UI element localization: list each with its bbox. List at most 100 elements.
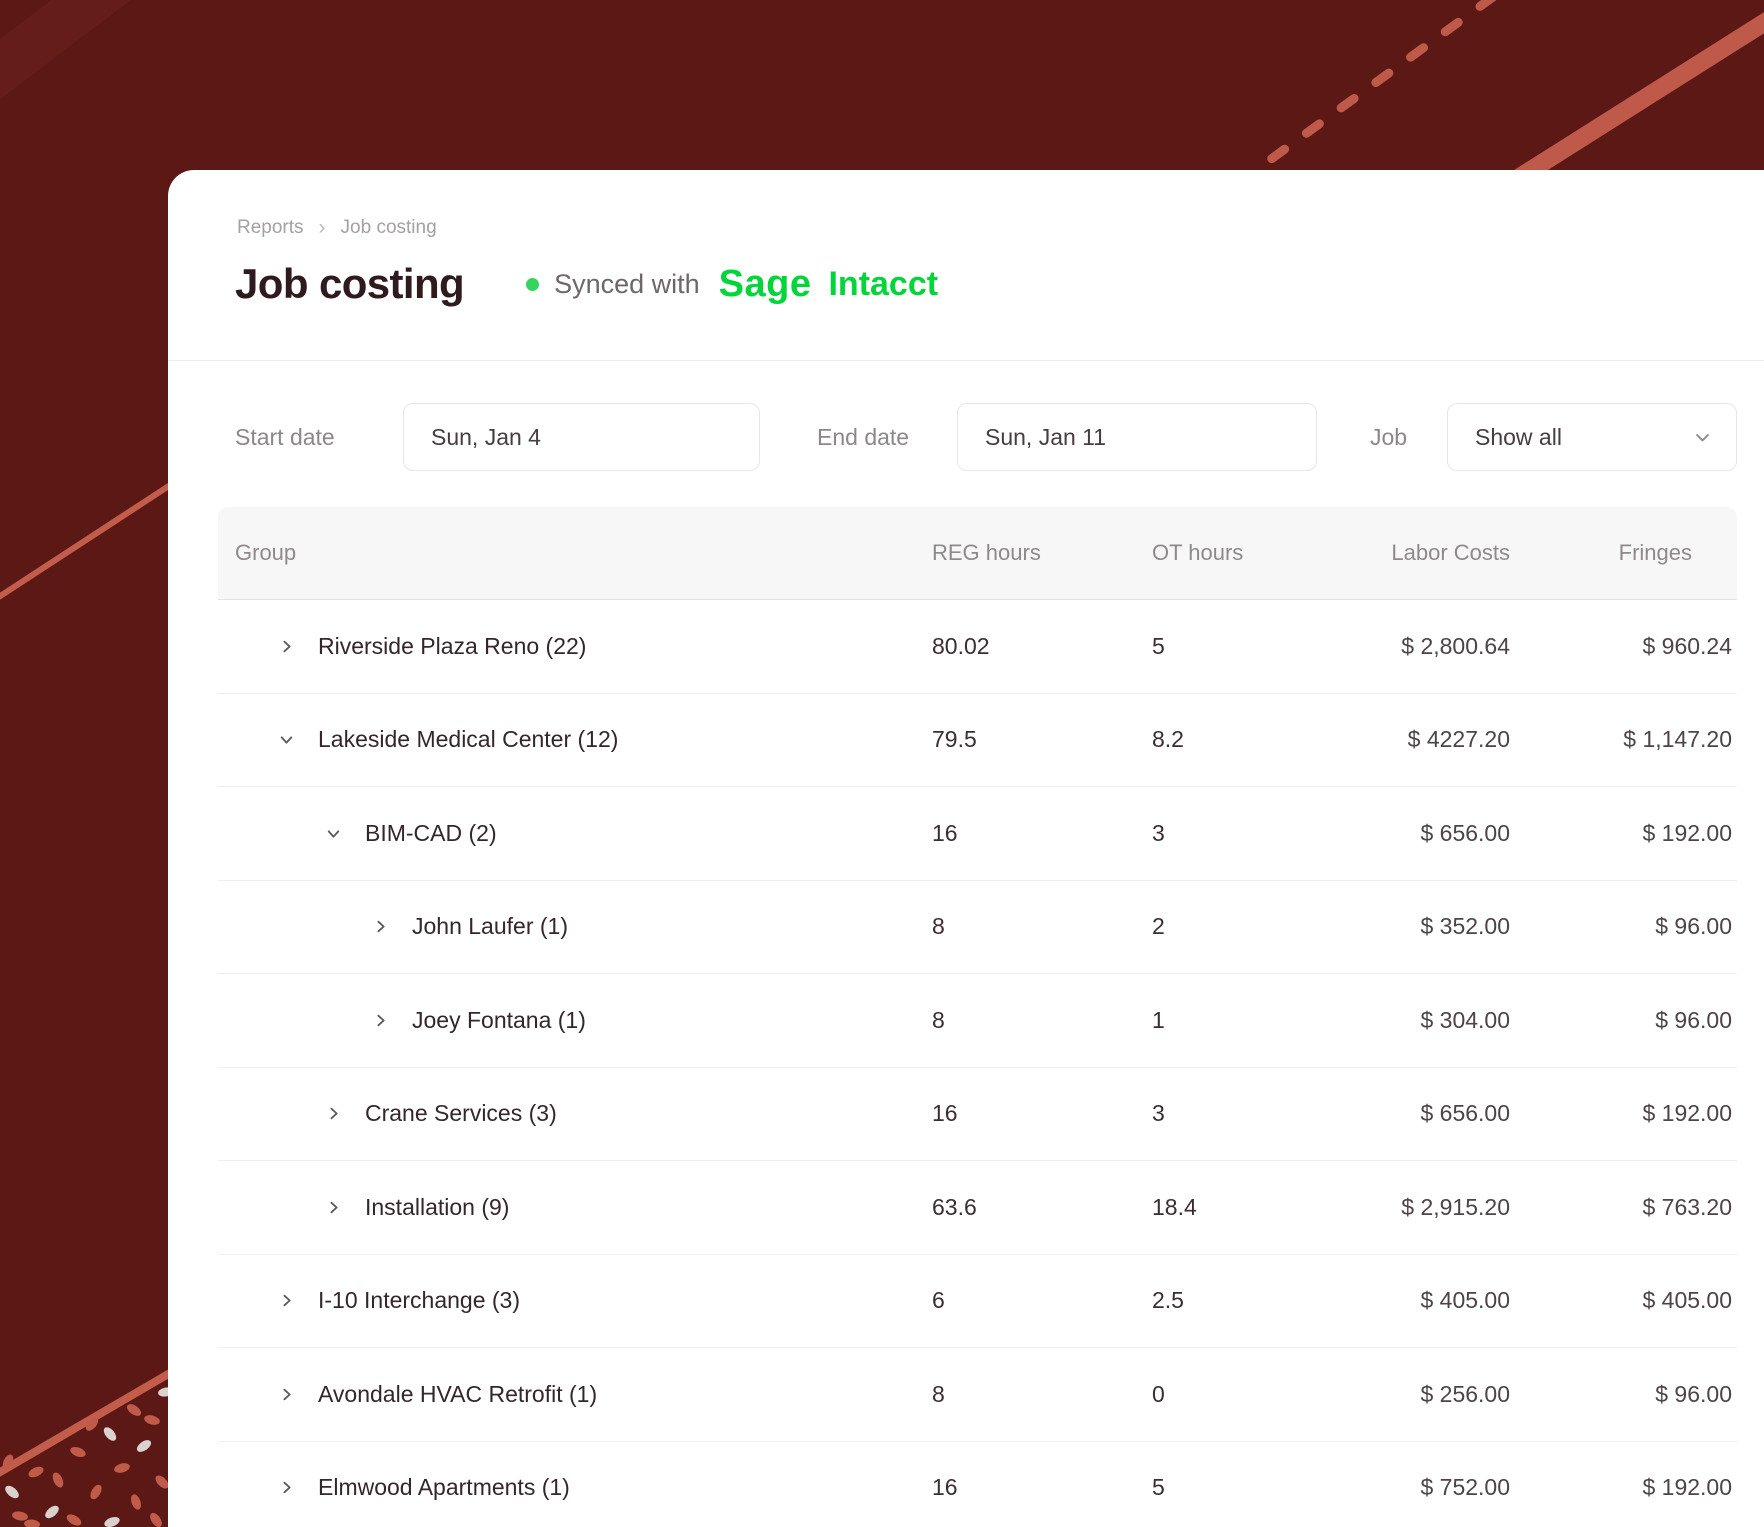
sync-status: Synced with Sage Intacct: [526, 263, 938, 306]
reg-hours-value: 6: [932, 1287, 945, 1314]
fringes-value: $ 960.24: [1642, 632, 1732, 659]
reg-hours-value: 8: [932, 1006, 945, 1033]
fringes-value: $ 763.20: [1642, 1193, 1732, 1220]
ot-hours-value: 8.2: [1152, 726, 1184, 753]
breadcrumb: Reports › Job costing: [237, 217, 437, 239]
table-row[interactable]: Installation (9) 63.6 18.4 $ 2,915.20 $ …: [218, 1161, 1737, 1255]
ot-hours-value: 1: [1152, 1006, 1165, 1033]
group-label: Riverside Plaza Reno (22): [318, 632, 587, 659]
labor-costs-value: $ 256.00: [1420, 1380, 1510, 1407]
group-label: Elmwood Apartments (1): [318, 1474, 570, 1501]
table-row[interactable]: Elmwood Apartments (1) 16 5 $ 752.00 $ 1…: [218, 1441, 1737, 1527]
reg-hours-value: 63.6: [932, 1193, 977, 1220]
breadcrumb-separator-icon: ›: [318, 215, 326, 239]
column-header-ot-hours: OT hours: [1152, 540, 1244, 565]
labor-costs-value: $ 4227.20: [1407, 726, 1510, 753]
breadcrumb-reports[interactable]: Reports: [237, 217, 304, 239]
fringes-value: $ 96.00: [1655, 913, 1732, 940]
end-date-label: End date: [817, 424, 910, 450]
reg-hours-value: 8: [932, 913, 945, 940]
reg-hours-value: 80.02: [932, 632, 990, 659]
table-row[interactable]: Riverside Plaza Reno (22) 80.02 5 $ 2,80…: [218, 600, 1737, 694]
ot-hours-value: 3: [1152, 1100, 1165, 1127]
job-costing-table: Group REG hours OT hours Labor Costs Fri…: [218, 507, 1737, 1527]
table-row[interactable]: Joey Fontana (1) 8 1 $ 304.00 $ 96.00: [218, 974, 1737, 1068]
chevron-right-icon[interactable]: [372, 918, 389, 935]
chevron-down-icon[interactable]: [325, 825, 342, 842]
title-row: Job costing Synced with Sage Intacct: [235, 256, 938, 312]
labor-costs-value: $ 752.00: [1420, 1474, 1510, 1501]
job-filter-label: Job: [1370, 424, 1408, 450]
table-row[interactable]: Lakeside Medical Center (12) 79.5 8.2 $ …: [218, 693, 1737, 787]
labor-costs-value: $ 656.00: [1420, 819, 1510, 846]
table-row[interactable]: BIM-CAD (2) 16 3 $ 656.00 $ 192.00: [218, 787, 1737, 881]
fringes-value: $ 1,147.20: [1623, 726, 1732, 753]
labor-costs-value: $ 2,915.20: [1401, 1193, 1510, 1220]
chevron-right-icon[interactable]: [325, 1105, 342, 1122]
reg-hours-value: 16: [932, 819, 958, 846]
chevron-right-icon[interactable]: [372, 1012, 389, 1029]
ot-hours-value: 5: [1152, 1474, 1165, 1501]
ot-hours-value: 0: [1152, 1380, 1165, 1407]
labor-costs-value: $ 2,800.64: [1401, 632, 1510, 659]
column-header-labor-costs: Labor Costs: [1391, 540, 1510, 565]
ot-hours-value: 2.5: [1152, 1287, 1184, 1314]
job-filter-select[interactable]: Show all: [1447, 403, 1737, 471]
chevron-right-icon[interactable]: [278, 638, 295, 655]
table-row[interactable]: John Laufer (1) 8 2 $ 352.00 $ 96.00: [218, 880, 1737, 974]
reg-hours-value: 16: [932, 1100, 958, 1127]
start-date-label: Start date: [235, 424, 335, 450]
group-label: John Laufer (1): [412, 913, 568, 940]
ot-hours-value: 18.4: [1152, 1193, 1197, 1220]
group-label: BIM-CAD (2): [365, 819, 497, 846]
chevron-right-icon[interactable]: [278, 1386, 295, 1403]
fringes-value: $ 405.00: [1642, 1287, 1732, 1314]
fringes-value: $ 96.00: [1655, 1006, 1732, 1033]
intacct-logo-text: Intacct: [828, 264, 939, 303]
fringes-value: $ 192.00: [1642, 1474, 1732, 1501]
labor-costs-value: $ 352.00: [1420, 913, 1510, 940]
fringes-value: $ 96.00: [1655, 1380, 1732, 1407]
breadcrumb-job-costing: Job costing: [340, 217, 437, 238]
ot-hours-value: 3: [1152, 819, 1165, 846]
sync-status-dot-icon: [526, 277, 540, 291]
start-date-input[interactable]: Sun, Jan 4: [403, 403, 760, 471]
chevron-down-icon[interactable]: [278, 731, 295, 748]
start-date-value: Sun, Jan 4: [431, 423, 541, 450]
table-row[interactable]: I-10 Interchange (3) 6 2.5 $ 405.00 $ 40…: [218, 1254, 1737, 1348]
group-label: Joey Fontana (1): [412, 1006, 586, 1033]
fringes-value: $ 192.00: [1642, 1100, 1732, 1127]
report-card: Reports › Job costing Job costing Synced…: [168, 170, 1764, 1527]
chevron-right-icon[interactable]: [325, 1199, 342, 1216]
labor-costs-value: $ 656.00: [1420, 1100, 1510, 1127]
reg-hours-value: 8: [932, 1380, 945, 1407]
sage-logo: Sage: [718, 262, 812, 305]
header-divider: [168, 360, 1764, 361]
end-date-input[interactable]: Sun, Jan 11: [957, 403, 1317, 471]
group-label: Avondale HVAC Retrofit (1): [318, 1380, 598, 1407]
chevron-right-icon[interactable]: [278, 1292, 295, 1309]
fringes-value: $ 192.00: [1642, 819, 1732, 846]
reg-hours-value: 79.5: [932, 726, 977, 753]
labor-costs-value: $ 405.00: [1420, 1287, 1510, 1314]
column-header-fringes: Fringes: [1618, 540, 1692, 565]
table-body: Riverside Plaza Reno (22) 80.02 5 $ 2,80…: [218, 600, 1737, 1527]
sync-status-text: Synced with: [554, 268, 700, 299]
dashed-stripe: [1232, 0, 1497, 189]
table-row[interactable]: Avondale HVAC Retrofit (1) 8 0 $ 256.00 …: [218, 1348, 1737, 1442]
job-filter-value: Show all: [1475, 423, 1562, 450]
group-label: I-10 Interchange (3): [318, 1287, 521, 1314]
chevron-right-icon[interactable]: [278, 1479, 295, 1496]
ot-hours-value: 5: [1152, 632, 1165, 659]
group-label: Installation (9): [365, 1193, 510, 1220]
labor-costs-value: $ 304.00: [1420, 1006, 1510, 1033]
table-row[interactable]: Crane Services (3) 16 3 $ 656.00 $ 192.0…: [218, 1067, 1737, 1161]
page-title: Job costing: [235, 260, 465, 307]
column-header-group: Group: [235, 540, 297, 565]
chevron-down-icon: [1693, 428, 1712, 447]
column-header-reg-hours: REG hours: [932, 540, 1041, 565]
reg-hours-value: 16: [932, 1474, 958, 1501]
corner-stripe: [1507, 12, 1764, 190]
group-label: Crane Services (3): [365, 1100, 557, 1127]
end-date-value: Sun, Jan 11: [985, 423, 1107, 450]
